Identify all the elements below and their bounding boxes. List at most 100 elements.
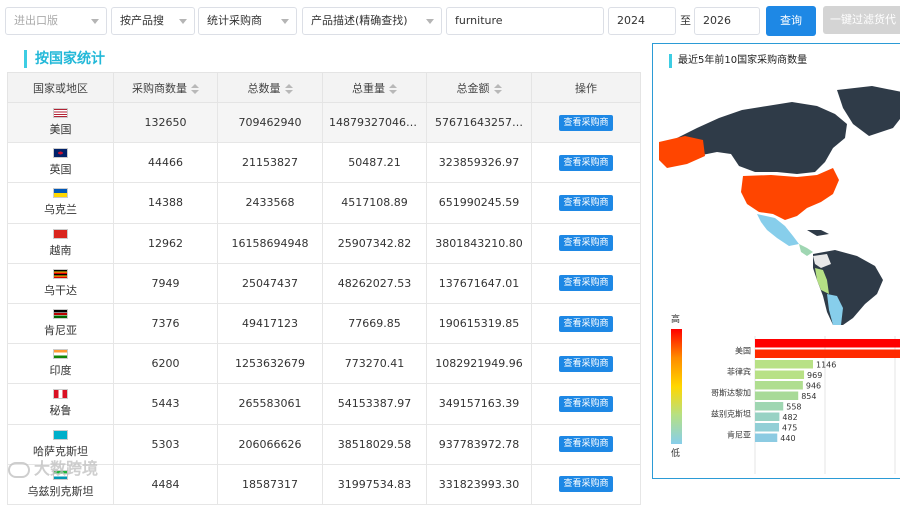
- cell-weight: 773270.41: [322, 343, 427, 385]
- map-region-mexico: [757, 214, 799, 246]
- view-buyers-button[interactable]: 查看采购商: [559, 395, 613, 412]
- view-buyers-button[interactable]: 查看采购商: [559, 476, 613, 493]
- col-header-amount[interactable]: 总金额: [426, 72, 532, 103]
- bar-value-label: 946: [806, 382, 821, 391]
- cell-buyers: 6200: [113, 343, 218, 385]
- cell-action: 查看采购商: [531, 343, 641, 385]
- sort-icon[interactable]: [389, 83, 397, 94]
- cell-buyers: 5303: [113, 423, 218, 465]
- kenya-flag-icon: [53, 309, 68, 320]
- bar-value-label: 969: [807, 371, 822, 380]
- cell-action: 查看采购商: [531, 142, 641, 184]
- bar-value-label: 854: [801, 392, 816, 401]
- col-header-weight[interactable]: 总重量: [322, 72, 427, 103]
- sort-icon[interactable]: [191, 83, 199, 94]
- query-button[interactable]: 查询: [766, 6, 816, 36]
- table-row: 英国 44466 21153827 50487.21 323859326.97 …: [7, 142, 641, 184]
- cell-weight: 38518029.58: [322, 423, 427, 465]
- chevron-down-icon: [179, 19, 187, 24]
- cell-buyers: 132650: [113, 101, 218, 144]
- cell-weight: 14879327046.…: [322, 101, 427, 144]
- view-buyers-button[interactable]: 查看采购商: [559, 355, 613, 372]
- year-to-input[interactable]: 2026: [694, 7, 760, 35]
- year-from-input[interactable]: 2024: [608, 7, 676, 35]
- range-separator: 至: [680, 14, 691, 27]
- bar: [755, 412, 780, 421]
- table-row: 印度 6200 1253632679 773270.41 1082921949.…: [7, 343, 641, 385]
- vietnam-flag-icon: [53, 228, 68, 239]
- col-header-buyers[interactable]: 采购商数量: [113, 72, 218, 103]
- cell-buyers: 5443: [113, 383, 218, 425]
- stat-by-select[interactable]: 统计采购商: [198, 7, 297, 35]
- cell-action: 查看采购商: [531, 463, 641, 505]
- uk-flag-icon: [53, 148, 68, 159]
- view-buyers-button[interactable]: 查看采购商: [559, 194, 613, 211]
- color-legend-bar[interactable]: [671, 329, 682, 444]
- col-header-country: 国家或地区: [7, 72, 114, 103]
- cell-amount: 190615319.85: [426, 302, 532, 345]
- cell-weight: 54153387.97: [322, 383, 427, 425]
- cell-amount: 1082921949.96: [426, 343, 532, 385]
- keyword-input[interactable]: furniture: [446, 7, 604, 35]
- cell-buyers: 7376: [113, 302, 218, 345]
- view-buyers-button[interactable]: 查看采购商: [559, 275, 613, 292]
- bar-value-label: 558: [786, 403, 801, 412]
- cell-weight: 25907342.82: [322, 222, 427, 264]
- cell-weight: 77669.85: [322, 302, 427, 345]
- view-buyers-button[interactable]: 查看采购商: [559, 235, 613, 252]
- cell-country: 乌克兰: [7, 182, 114, 224]
- trade-type-select[interactable]: 进出口版: [5, 7, 107, 35]
- cell-amount: 137671647.01: [426, 262, 532, 304]
- country-name: 乌克兰: [44, 203, 77, 217]
- cell-quantity: 206066626: [217, 423, 323, 465]
- buyers-bar-chart: 1146969 946854558482 475440 美国菲律宾哥斯达黎加兹别克斯坦…: [711, 336, 900, 474]
- bar: [755, 370, 805, 379]
- country-stats-table: 国家或地区 采购商数量 总数量 总重量 总金额 操作 美国 132650 709…: [7, 72, 641, 505]
- cell-quantity: 265583061: [217, 383, 323, 425]
- cell-country: 乌干达: [7, 262, 114, 304]
- table-row: 肯尼亚 7376 49417123 77669.85 190615319.85 …: [7, 302, 641, 345]
- search-by-select[interactable]: 按产品搜: [111, 7, 195, 35]
- view-buyers-button[interactable]: 查看采购商: [559, 315, 613, 332]
- cell-weight: 50487.21: [322, 142, 427, 184]
- cell-amount: 937783972.78: [426, 423, 532, 465]
- view-buyers-button[interactable]: 查看采购商: [559, 436, 613, 453]
- world-map[interactable]: [657, 80, 900, 325]
- filter-forwarder-button[interactable]: 一键过滤货代: [823, 6, 900, 34]
- view-buyers-button[interactable]: 查看采购商: [559, 114, 613, 131]
- peru-flag-icon: [53, 389, 68, 400]
- category-label: 肯尼亚: [727, 430, 751, 440]
- country-name: 秘鲁: [49, 404, 72, 418]
- map-region-alaska: [659, 136, 705, 168]
- cell-action: 查看采购商: [531, 423, 641, 465]
- col-header-quantity[interactable]: 总数量: [217, 72, 323, 103]
- legend-low-label: 低: [671, 449, 681, 459]
- india-flag-icon: [53, 349, 68, 360]
- bar: [755, 349, 900, 358]
- cell-quantity: 25047437: [217, 262, 323, 304]
- bar-value-label: 482: [782, 413, 797, 422]
- bar: [755, 381, 803, 390]
- desc-mode-select[interactable]: 产品描述(精确查找): [302, 7, 442, 35]
- legend-high-label: 高: [671, 315, 681, 325]
- map-region-usa: [741, 168, 839, 220]
- cell-weight: 4517108.89: [322, 182, 427, 224]
- view-buyers-button[interactable]: 查看采购商: [559, 154, 613, 171]
- cell-buyers: 44466: [113, 142, 218, 184]
- table-row: 美国 132650 709462940 14879327046.… 576716…: [7, 101, 641, 144]
- sort-icon[interactable]: [284, 83, 293, 94]
- filter-bar: 进出口版 按产品搜 统计采购商 产品描述(精确查找) furniture 202…: [0, 0, 900, 42]
- cell-action: 查看采购商: [531, 222, 641, 264]
- sort-icon[interactable]: [493, 83, 502, 94]
- cell-amount: 3801843210.80: [426, 222, 532, 264]
- cell-amount: 323859326.97: [426, 142, 532, 184]
- bar-value-label: 440: [780, 434, 795, 443]
- category-label: 菲律宾: [727, 367, 751, 377]
- country-name: 乌干达: [44, 283, 77, 297]
- bar-value-label: 475: [782, 424, 797, 433]
- category-label: 美国: [735, 346, 751, 356]
- cell-country: 美国: [7, 101, 114, 144]
- bar: [755, 402, 784, 411]
- table-row: 哈萨克斯坦 5303 206066626 38518029.58 9377839…: [7, 423, 641, 465]
- bar: [755, 433, 778, 442]
